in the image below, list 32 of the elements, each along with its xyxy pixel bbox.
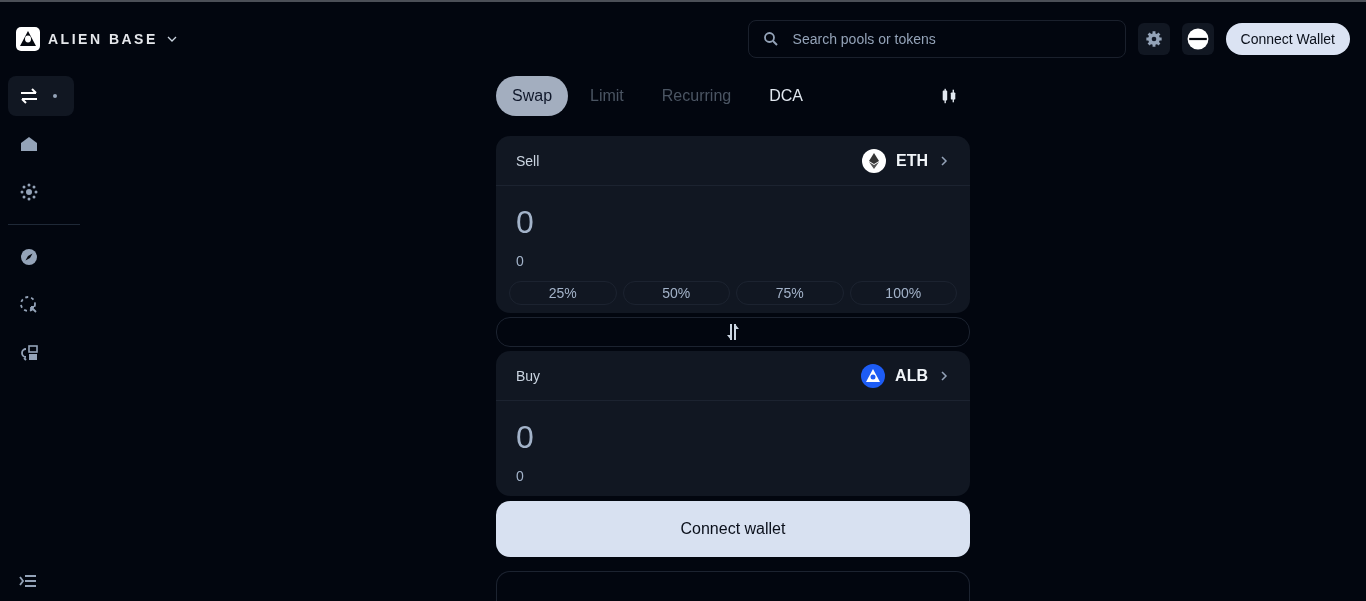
refresh-list-icon <box>19 343 39 363</box>
token-selector[interactable]: ETH <box>862 148 950 173</box>
home-icon <box>19 134 39 154</box>
diamond-token-icon <box>862 148 886 173</box>
theme-button[interactable] <box>1181 23 1214 55</box>
circle-minus-icon <box>1186 28 1209 50</box>
search-field[interactable]: Search pools or tokens <box>747 20 1126 58</box>
connect-wallet-button[interactable]: Connect Wallet <box>1225 23 1350 55</box>
search-input[interactable]: Search pools or tokens <box>790 30 1111 48</box>
usd-value: 0 <box>516 253 525 269</box>
chevron-right-icon <box>938 154 950 167</box>
usd-value: 0 <box>516 468 525 485</box>
settings-icon <box>1144 30 1163 48</box>
token-selector[interactable]: ALB <box>861 363 950 388</box>
candlestick-chart-icon[interactable] <box>940 87 958 105</box>
settings-button[interactable] <box>1137 23 1170 55</box>
amount-input[interactable]: 0 <box>516 204 534 241</box>
card-label: Sell <box>516 152 540 169</box>
tab[interactable]: Swap <box>496 76 569 116</box>
brand-name[interactable]: ALIEN BASE <box>48 31 158 47</box>
alien-logo-icon <box>16 27 40 51</box>
connect-wallet-button[interactable]: Connect wallet <box>496 501 970 558</box>
swap-arrows-icon <box>19 86 39 106</box>
dots-cluster-icon <box>19 182 39 202</box>
amount-input[interactable]: 0 <box>516 419 534 457</box>
triangle-token-icon <box>861 363 886 388</box>
compass-icon <box>19 247 39 267</box>
sidebar-item[interactable] <box>8 76 74 116</box>
tab[interactable]: DCA <box>753 76 819 116</box>
chevron-right-icon <box>938 369 950 382</box>
search-icon <box>762 31 779 47</box>
card-label: Buy <box>516 367 541 384</box>
